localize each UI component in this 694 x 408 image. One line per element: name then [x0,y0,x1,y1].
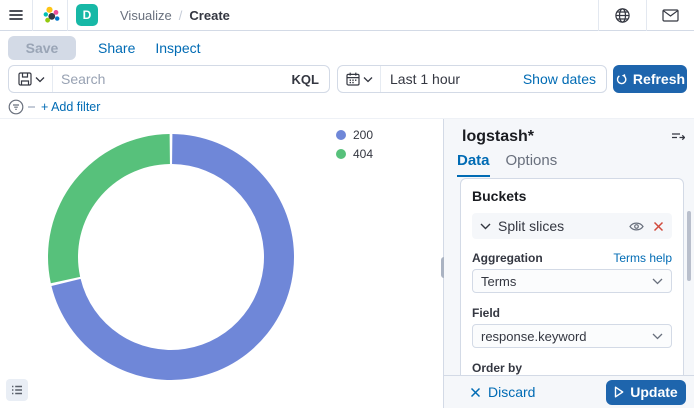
kibana-visualize-editor: D Visualize / Create [0,0,694,408]
split-slices-accordion[interactable]: Split slices [472,213,672,239]
buckets-panel: Buckets Split slices [460,178,684,376]
update-label: Update [630,384,677,400]
breadcrumb-visualize[interactable]: Visualize [120,8,172,23]
pie-slice-404[interactable] [48,134,170,283]
filter-bar-dash [28,106,35,108]
play-icon [614,386,624,398]
search-box: KQL [8,65,330,93]
add-filter-button[interactable]: + Add filter [41,100,100,114]
menu-right-icon [671,131,685,143]
index-pattern-title: logstash* [462,128,534,146]
filter-bar: + Add filter [0,95,694,119]
split-slices-label: Split slices [498,218,564,234]
field-value: response.keyword [481,329,587,344]
donut-chart[interactable] [47,133,295,381]
visualization-canvas: 200 404 [0,119,443,408]
legend-item-404[interactable]: 404 [336,147,373,161]
aggregation-value: Terms [481,274,516,289]
calendar-icon [346,72,360,86]
top-header: D Visualize / Create [0,0,694,31]
filter-options-button[interactable] [8,99,24,115]
header-divider [32,0,33,31]
show-dates-button[interactable]: Show dates [523,71,606,87]
breadcrumb: Visualize / Create [120,8,230,23]
update-button[interactable]: Update [606,380,686,405]
sidebar-tabs: Data Options [457,152,557,177]
refresh-label: Refresh [633,71,685,87]
newsfeed-mail-button[interactable] [647,0,694,31]
filter-funnel-icon [8,99,24,115]
header-right-actions [598,0,694,31]
chevron-down-icon [480,222,491,230]
chevron-down-icon [35,76,45,83]
eye-icon[interactable] [629,221,644,232]
discard-button[interactable]: Discard [470,384,535,400]
legend-dot-404 [336,149,346,159]
chevron-down-icon [652,332,663,340]
save-button[interactable]: Save [8,36,76,60]
order-by-label: Order by [472,361,522,375]
date-picker: Last 1 hour Show dates [337,65,607,93]
date-quick-menu-button[interactable] [338,66,381,92]
discard-label: Discard [488,384,535,400]
legend-label: 200 [353,128,373,142]
close-icon [470,387,481,398]
refresh-icon [615,73,628,86]
tab-options[interactable]: Options [506,152,558,177]
help-globe-button[interactable] [599,0,646,31]
time-range-value[interactable]: Last 1 hour [381,71,460,87]
elastic-logo-icon [42,5,62,25]
list-icon [11,384,23,396]
legend-item-200[interactable]: 200 [336,128,373,142]
terms-help-link[interactable]: Terms help [613,251,672,265]
share-button[interactable]: Share [98,40,135,56]
editor-toolbar: Save Share Inspect [0,32,694,63]
legend-label: 404 [353,147,373,161]
refresh-button[interactable]: Refresh [613,65,687,93]
mail-icon [662,9,679,22]
legend-dot-200 [336,130,346,140]
inspect-button[interactable]: Inspect [155,40,200,56]
editor-sidebar: logstash* Data Options Buckets Split sli… [444,119,694,408]
saved-query-menu-button[interactable] [9,66,53,92]
aggregation-select[interactable]: Terms [472,269,672,293]
accordion-actions [629,221,664,232]
sidebar-footer: Discard Update [444,375,694,408]
chevron-down-icon [363,76,373,83]
query-bar: KQL Last 1 hour Show dates [0,64,694,94]
sidebar-scrollbar-thumb[interactable] [687,211,691,281]
saved-query-icon [18,72,32,86]
field-select[interactable]: response.keyword [472,324,672,348]
menu-hamburger-button[interactable] [0,0,32,31]
chevron-down-icon [652,277,663,285]
tab-data[interactable]: Data [457,152,490,177]
legend-toggle-button[interactable] [6,379,28,401]
space-badge[interactable]: D [76,4,98,26]
aggregation-label: Aggregation [472,251,543,265]
globe-icon [614,7,631,24]
chart-legend: 200 404 [336,128,373,161]
header-divider [67,0,68,31]
remove-bucket-x-icon[interactable] [653,221,664,232]
breadcrumb-create: Create [189,8,229,23]
elastic-logo-button[interactable] [37,0,67,31]
buckets-heading: Buckets [472,188,672,204]
collapse-sidebar-button[interactable] [671,131,685,143]
hamburger-icon [8,7,24,23]
query-language-button[interactable]: KQL [282,72,329,87]
breadcrumb-separator: / [179,8,183,23]
search-input[interactable] [53,71,282,87]
field-label: Field [472,306,500,320]
